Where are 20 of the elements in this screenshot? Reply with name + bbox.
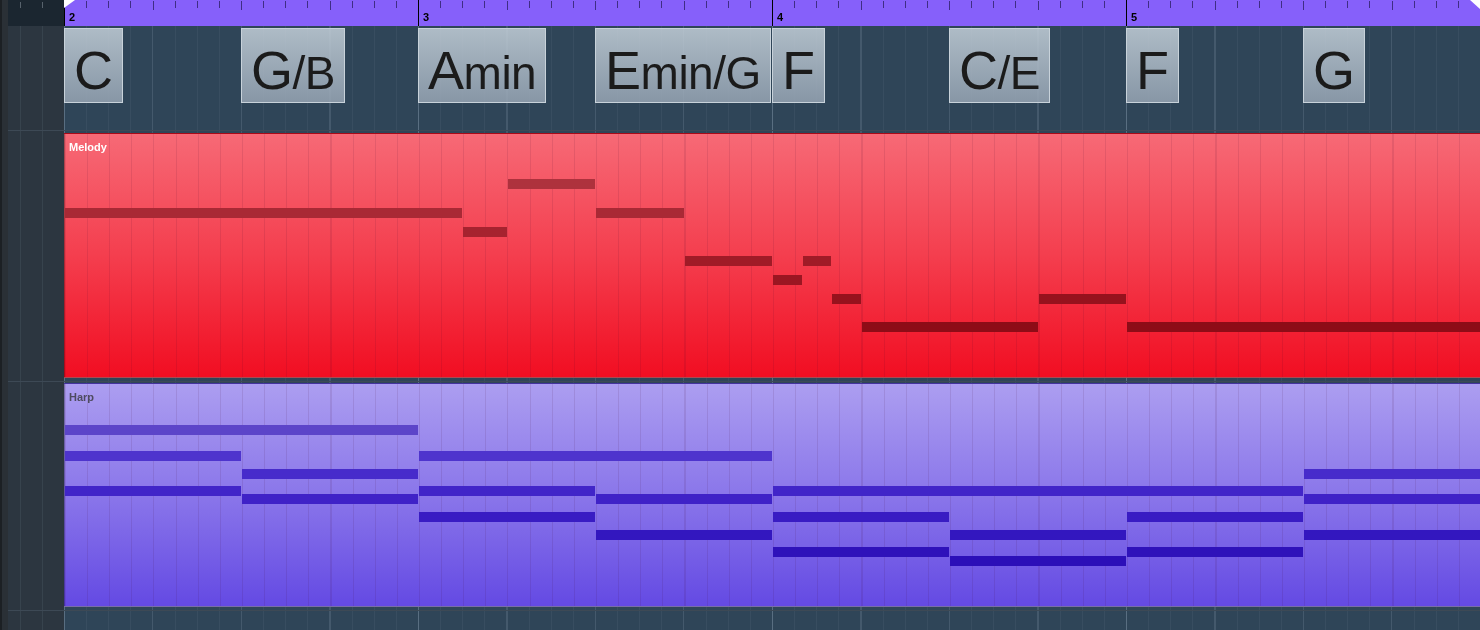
chord-event[interactable]: C/E <box>949 28 1051 103</box>
chord-event[interactable]: Amin <box>418 28 547 103</box>
part-name: Harp <box>69 392 95 403</box>
bar-number: 2 <box>69 12 77 23</box>
midi-note <box>832 294 861 304</box>
bar-number: 3 <box>423 12 431 23</box>
chord-event[interactable]: F <box>1126 28 1179 103</box>
chord-event[interactable]: C <box>64 28 123 103</box>
triangle-marker-icon[interactable] <box>64 0 75 8</box>
midi-note <box>773 275 802 285</box>
chord-event[interactable]: G <box>1303 28 1365 103</box>
part-name: Melody <box>69 142 107 153</box>
midi-note <box>802 256 831 266</box>
bar-number: 5 <box>1131 12 1139 23</box>
triangle-marker-icon[interactable] <box>1470 0 1480 9</box>
midi-note <box>463 227 507 237</box>
bar-number: 4 <box>777 12 785 23</box>
chord-event[interactable]: Emin/G <box>595 28 771 103</box>
chord-event[interactable]: F <box>772 28 825 103</box>
chord-event[interactable]: G/B <box>241 28 346 103</box>
